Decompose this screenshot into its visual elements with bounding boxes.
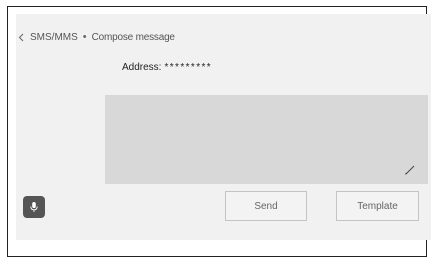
app-name: SMS/MMS bbox=[30, 31, 78, 43]
header: SMS/MMS • Compose message bbox=[15, 27, 175, 47]
template-button[interactable]: Template bbox=[336, 191, 419, 221]
microphone-icon bbox=[30, 202, 38, 212]
pencil-icon[interactable] bbox=[404, 164, 416, 176]
voice-input-button[interactable] bbox=[23, 196, 45, 218]
breadcrumb-separator: • bbox=[82, 31, 87, 43]
address-row[interactable]: Address: ********* bbox=[122, 59, 212, 75]
page-title: Compose message bbox=[91, 31, 175, 43]
message-input[interactable] bbox=[105, 95, 428, 184]
address-value: ********* bbox=[164, 61, 213, 73]
chevron-left-icon bbox=[18, 33, 24, 41]
send-button[interactable]: Send bbox=[225, 191, 307, 221]
address-label: Address: bbox=[122, 61, 162, 73]
back-button[interactable] bbox=[15, 29, 27, 45]
